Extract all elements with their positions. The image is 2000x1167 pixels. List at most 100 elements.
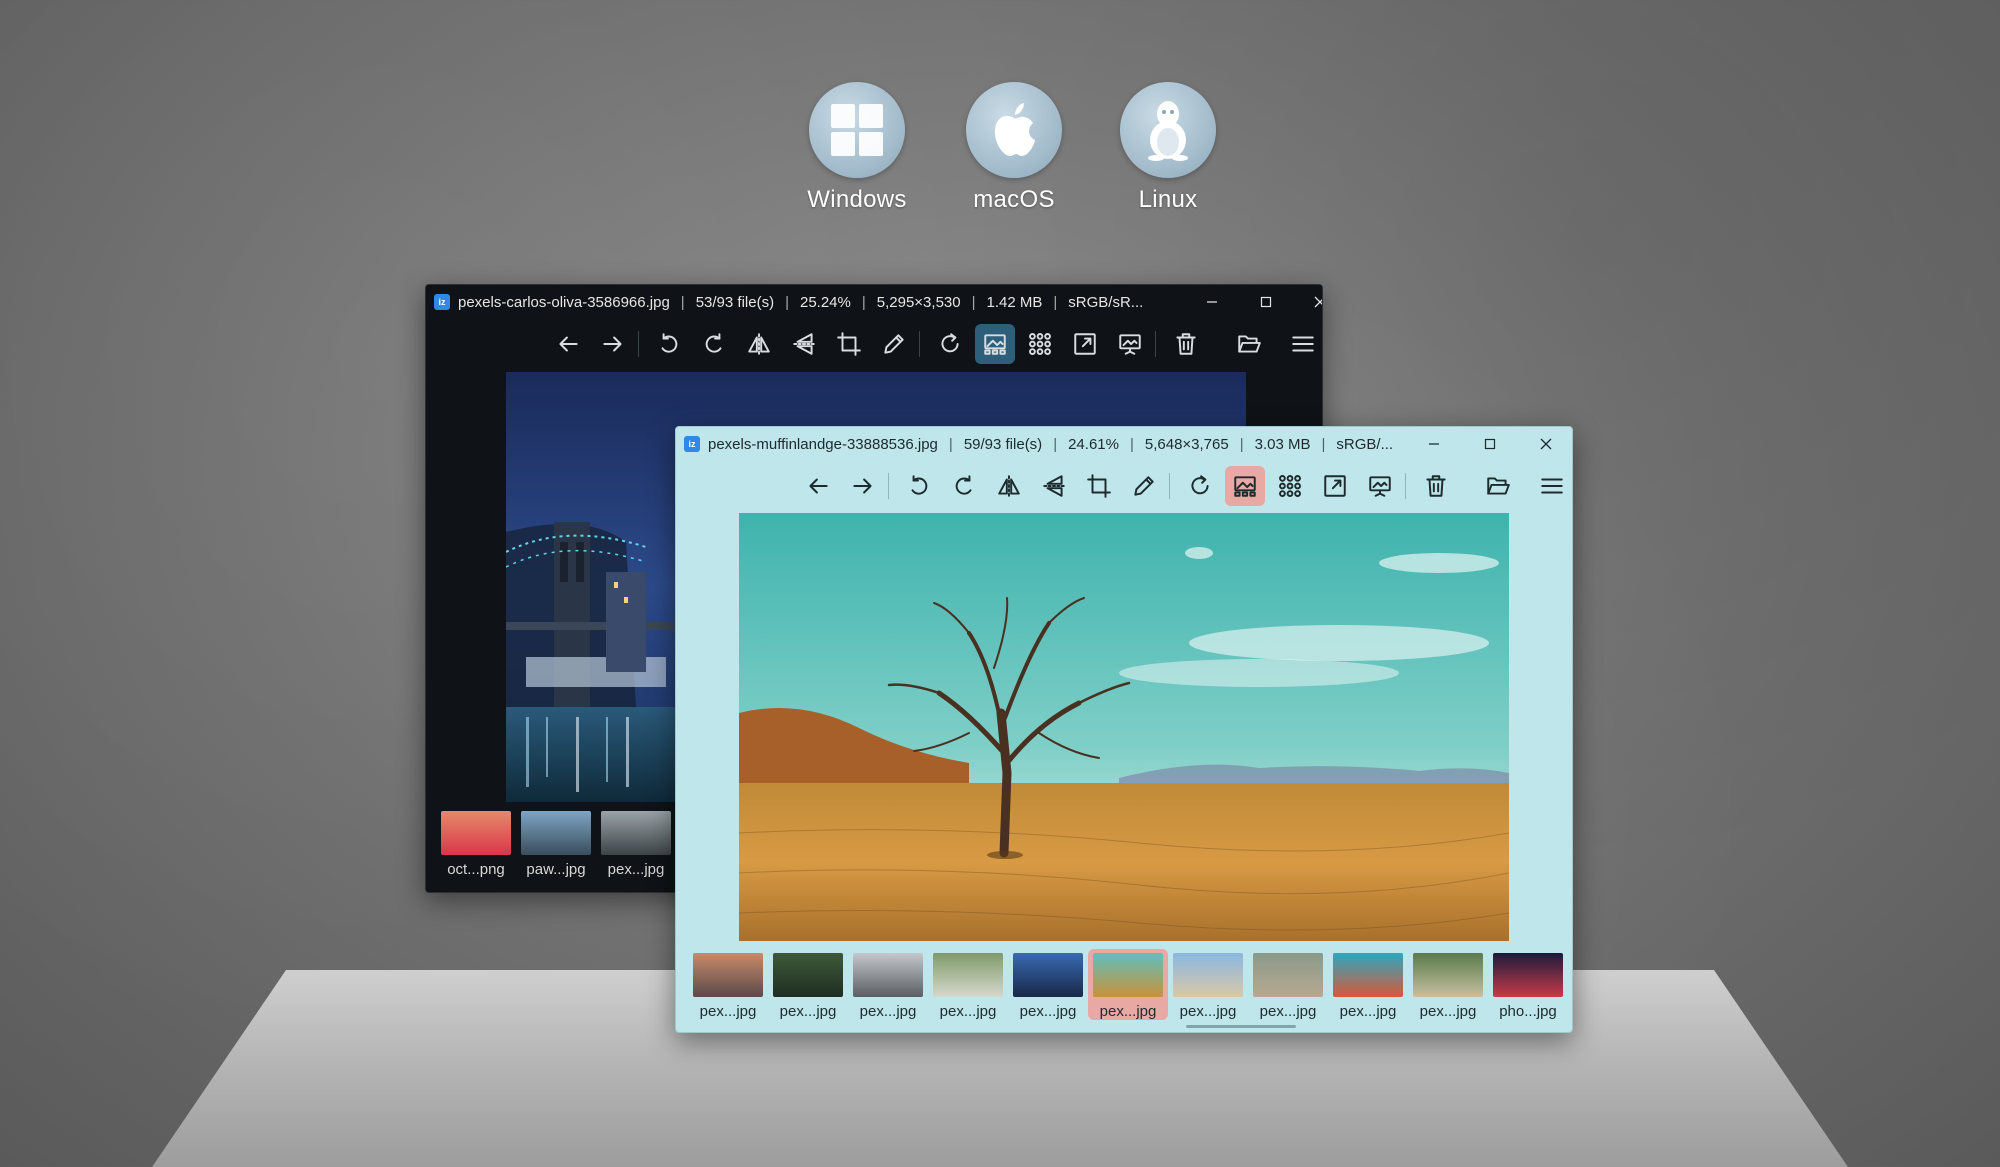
thumbnail-item[interactable]: pex...jpg bbox=[1088, 949, 1168, 1020]
rotate-left-button[interactable] bbox=[649, 324, 689, 364]
toolbar bbox=[548, 323, 1211, 365]
minimize-button[interactable] bbox=[1406, 427, 1462, 461]
thumbnail-item[interactable]: pex...jpg bbox=[1248, 949, 1328, 1020]
delete-icon bbox=[1426, 475, 1446, 497]
file-size: 3.03 MB bbox=[1254, 435, 1311, 453]
next-icon bbox=[853, 478, 872, 494]
linux-tux-icon bbox=[1120, 82, 1216, 178]
color-profile: sRGB/sR... bbox=[1068, 293, 1144, 311]
delete-button[interactable] bbox=[1416, 466, 1456, 506]
maximize-icon bbox=[1260, 296, 1272, 308]
thumbnail-image bbox=[693, 953, 763, 997]
thumbnail-item[interactable]: pex...jpg bbox=[688, 949, 768, 1020]
thumbnail-label: pex...jpg bbox=[1099, 1003, 1157, 1020]
main-menu-icon bbox=[1292, 336, 1314, 352]
flip-horizontal-button[interactable] bbox=[989, 466, 1029, 506]
previous-button[interactable] bbox=[798, 466, 838, 506]
minimize-button[interactable] bbox=[1184, 285, 1240, 319]
thumbnail-image bbox=[773, 953, 843, 997]
crop-button[interactable] bbox=[1079, 466, 1119, 506]
fullscreen-button[interactable] bbox=[1065, 324, 1105, 364]
thumbnail-grid-button[interactable] bbox=[1020, 324, 1060, 364]
previous-button[interactable] bbox=[548, 324, 588, 364]
thumbnail-item[interactable]: paw...jpg bbox=[516, 807, 596, 878]
image-viewport[interactable] bbox=[739, 513, 1509, 941]
flip-vertical-icon bbox=[793, 333, 815, 355]
rotate-left-button[interactable] bbox=[899, 466, 939, 506]
thumbnail-item[interactable]: pex...jpg bbox=[596, 807, 676, 878]
main-menu-button[interactable] bbox=[1532, 466, 1572, 506]
flip-horizontal-icon bbox=[998, 475, 1020, 497]
file-size: 1.42 MB bbox=[986, 293, 1043, 311]
edit-pencil-button[interactable] bbox=[874, 324, 914, 364]
fullscreen-button[interactable] bbox=[1315, 466, 1355, 506]
gallery-view-button[interactable] bbox=[975, 324, 1015, 364]
thumbnail-item[interactable]: pex...jpg bbox=[768, 949, 848, 1020]
thumbnail-item[interactable]: pex...jpg bbox=[1168, 949, 1248, 1020]
next-button[interactable] bbox=[843, 466, 883, 506]
flip-vertical-button[interactable] bbox=[1034, 466, 1074, 506]
crop-button[interactable] bbox=[829, 324, 869, 364]
gallery-view-icon bbox=[984, 334, 1006, 355]
thumbnail-item[interactable]: pex...jpg bbox=[1408, 949, 1488, 1020]
next-button[interactable] bbox=[593, 324, 633, 364]
thumbnail-label: pex...jpg bbox=[699, 1003, 757, 1020]
thumbnail-grid-button[interactable] bbox=[1270, 466, 1310, 506]
refresh-icon bbox=[1191, 475, 1209, 495]
toolbar-separator bbox=[1169, 473, 1175, 499]
delete-button[interactable] bbox=[1166, 324, 1206, 364]
filmstrip-scrollbar[interactable] bbox=[1186, 1025, 1296, 1028]
platform-label: macOS bbox=[973, 186, 1055, 213]
close-button[interactable] bbox=[1518, 427, 1572, 461]
thumbnail-image bbox=[1093, 953, 1163, 997]
maximize-button[interactable] bbox=[1462, 427, 1518, 461]
toolbar bbox=[798, 465, 1461, 507]
title-bar[interactable]: iz pexels-carlos-oliva-3586966.jpg | 53/… bbox=[426, 285, 1322, 319]
gallery-view-icon bbox=[1234, 476, 1256, 497]
refresh-button[interactable] bbox=[1180, 466, 1220, 506]
open-folder-button[interactable] bbox=[1478, 466, 1518, 506]
flip-vertical-button[interactable] bbox=[784, 324, 824, 364]
slideshow-button[interactable] bbox=[1110, 324, 1150, 364]
platform-badges: Windows macOS Linux bbox=[0, 82, 2000, 222]
main-menu-button[interactable] bbox=[1283, 324, 1322, 364]
thumbnail-item[interactable]: oct...png bbox=[436, 807, 516, 878]
gallery-view-button[interactable] bbox=[1225, 466, 1265, 506]
open-folder-icon bbox=[1487, 477, 1510, 495]
open-folder-button[interactable] bbox=[1229, 324, 1269, 364]
rotate-left-icon bbox=[911, 475, 928, 495]
tree-field-photo bbox=[739, 513, 1509, 941]
thumbnail-image bbox=[853, 953, 923, 997]
edit-pencil-button[interactable] bbox=[1124, 466, 1164, 506]
app-logo-icon: iz bbox=[684, 436, 700, 452]
thumbnail-image bbox=[441, 811, 511, 855]
flip-vertical-icon bbox=[1043, 475, 1065, 497]
file-index: 59/93 file(s) bbox=[963, 435, 1043, 453]
rotate-right-button[interactable] bbox=[944, 466, 984, 506]
flip-horizontal-button[interactable] bbox=[739, 324, 779, 364]
refresh-button[interactable] bbox=[930, 324, 970, 364]
thumbnail-item[interactable]: pex...jpg bbox=[928, 949, 1008, 1020]
thumbnail-item[interactable]: pex...jpg bbox=[1328, 949, 1408, 1020]
thumbnail-item[interactable]: pex...jpg bbox=[1008, 949, 1088, 1020]
platform-windows: Windows bbox=[797, 82, 917, 214]
previous-icon bbox=[559, 336, 578, 352]
apple-logo-icon bbox=[966, 82, 1062, 178]
previous-icon bbox=[809, 478, 828, 494]
slideshow-icon bbox=[1119, 334, 1141, 355]
thumbnail-image bbox=[1173, 953, 1243, 997]
rotate-right-button[interactable] bbox=[694, 324, 734, 364]
thumbnail-item[interactable]: pho...jpg bbox=[1488, 949, 1568, 1020]
slideshow-button[interactable] bbox=[1360, 466, 1400, 506]
flip-horizontal-icon bbox=[748, 333, 770, 355]
thumbnail-label: pho...jpg bbox=[1499, 1003, 1557, 1020]
title-bar[interactable]: iz pexels-muffinlandge-33888536.jpg | 59… bbox=[676, 427, 1572, 461]
minimize-icon bbox=[1207, 301, 1217, 303]
thumbnail-label: pex...jpg bbox=[939, 1003, 997, 1020]
maximize-button[interactable] bbox=[1238, 285, 1294, 319]
thumbnail-label: pex...jpg bbox=[1419, 1003, 1477, 1020]
close-button[interactable] bbox=[1292, 285, 1322, 319]
toolbar-separator bbox=[638, 331, 644, 357]
front-viewer-window[interactable]: iz pexels-muffinlandge-33888536.jpg | 59… bbox=[675, 426, 1573, 1033]
thumbnail-item[interactable]: pex...jpg bbox=[848, 949, 928, 1020]
